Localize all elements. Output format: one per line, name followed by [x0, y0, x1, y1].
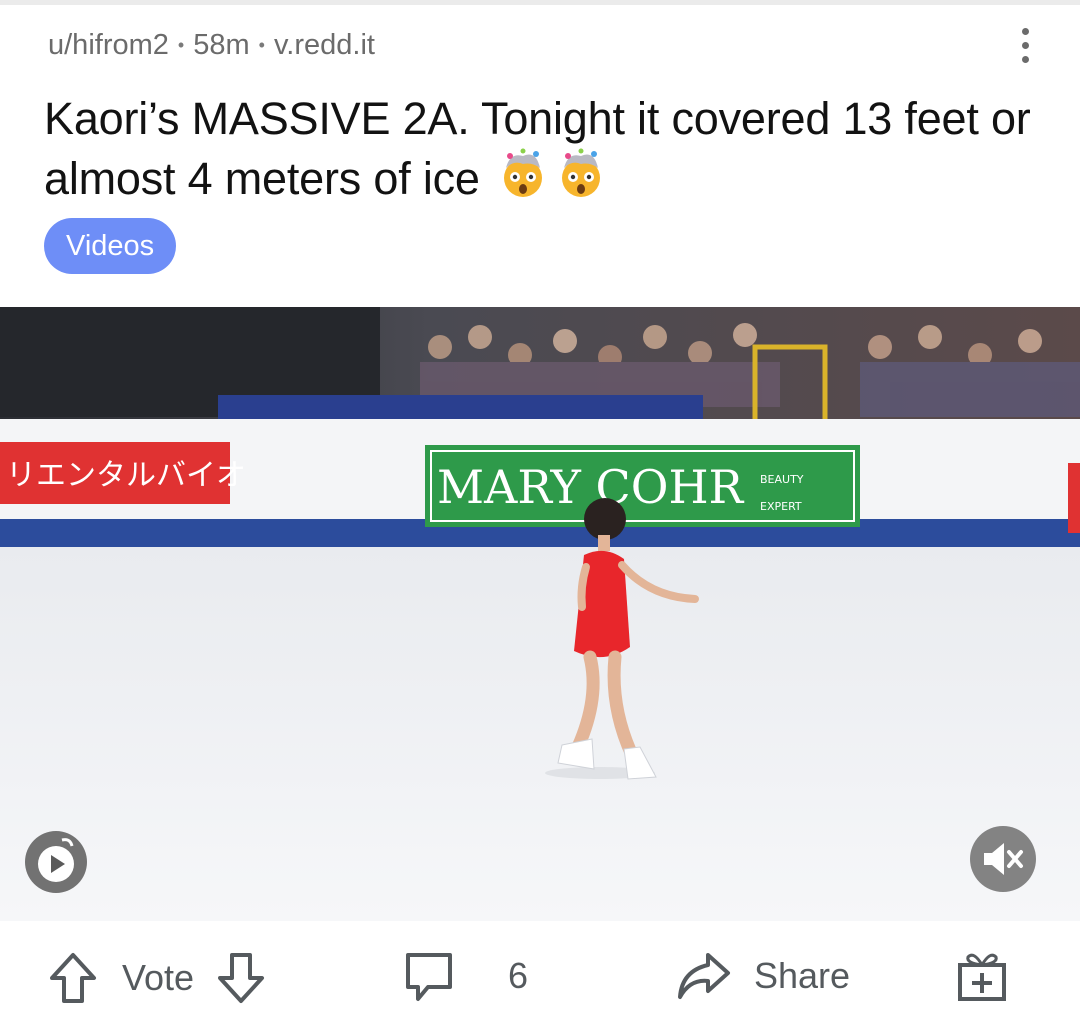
post-title[interactable]: Kaori’s MASSIVE 2A. Tonight it covered 1… [44, 90, 1034, 208]
upvote-icon[interactable] [48, 951, 98, 1005]
top-divider [0, 0, 1080, 5]
post-meta: u/hifrom2 • 58m • v.redd.it [48, 28, 375, 62]
vote-group: Vote [48, 951, 266, 1005]
share-button[interactable]: Share [674, 949, 850, 1003]
share-icon [678, 953, 730, 999]
speaker-muted-icon [984, 843, 1023, 875]
overflow-menu-icon[interactable] [1004, 22, 1046, 68]
comment-icon [406, 953, 452, 1001]
comments-button[interactable]: 6 [402, 949, 528, 1003]
flair-badge[interactable]: Videos [44, 218, 177, 274]
downvote-icon[interactable] [216, 951, 266, 1005]
reddit-video-icon [25, 831, 87, 893]
video-frame: リエンタルバイオ MARY COHR BEAUTY EXPERT [0, 307, 1080, 921]
sponsor-tag-1: BEAUTY [760, 473, 804, 486]
separator-dot: • [177, 34, 185, 55]
post-age: 58m [193, 28, 250, 61]
domain-link[interactable]: v.redd.it [274, 29, 375, 62]
action-bar: Vote 6 Share [0, 921, 1080, 1031]
share-label: Share [754, 955, 851, 996]
mute-icon[interactable] [970, 826, 1036, 892]
vote-label: Vote [122, 957, 195, 998]
flair-label: Videos [66, 229, 155, 262]
exploding-head-emoji [504, 148, 543, 197]
exploding-head-emoji [562, 148, 601, 197]
sponsor-tag-2: EXPERT [760, 500, 802, 513]
award-icon[interactable] [956, 949, 1008, 1003]
comments-count: 6 [508, 955, 529, 996]
sponsor-left-text: リエンタルバイオ [6, 458, 246, 493]
separator-dot: • [258, 34, 265, 55]
video-player[interactable]: リエンタルバイオ MARY COHR BEAUTY EXPERT [0, 307, 1080, 921]
author-link[interactable]: u/hifrom2 [48, 29, 169, 62]
